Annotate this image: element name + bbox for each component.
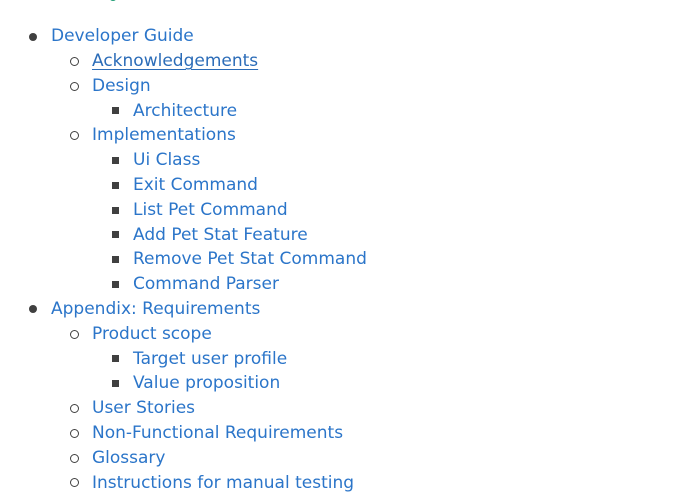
table-of-contents: Developer GuideAcknowledgementsDesignArc… <box>0 0 696 494</box>
toc-exit-command-link[interactable]: Exit Command <box>133 173 258 198</box>
toc-product-scope-link[interactable]: Product scope <box>92 322 212 347</box>
toc-appendix-requirements-link[interactable]: Appendix: Requirements <box>51 297 260 322</box>
circle-bullet-icon <box>70 330 79 339</box>
square-bullet-icon <box>112 380 119 387</box>
toc-add-pet-stat-feature-link[interactable]: Add Pet Stat Feature <box>133 223 308 248</box>
square-bullet-icon <box>112 182 119 189</box>
square-bullet-icon <box>112 207 119 214</box>
toc-design-link[interactable]: Design <box>92 74 151 99</box>
circle-bullet-icon <box>70 131 79 140</box>
toc-list-pet-command-link[interactable]: List Pet Command <box>133 198 288 223</box>
circle-bullet-icon <box>70 429 79 438</box>
toc-command-parser-link[interactable]: Command Parser <box>133 272 279 297</box>
toc-ui-class-link[interactable]: Ui Class <box>133 148 200 173</box>
toc-value-proposition-link[interactable]: Value proposition <box>133 371 280 396</box>
circle-bullet-icon <box>70 454 79 463</box>
toc-acknowledgements-link[interactable]: Acknowledgements <box>92 49 258 74</box>
circle-bullet-icon <box>70 57 79 66</box>
square-bullet-icon <box>112 231 119 238</box>
toc-remove-pet-stat-command-link[interactable]: Remove Pet Stat Command <box>133 247 367 272</box>
toc-developer-guide-link[interactable]: Developer Guide <box>51 24 194 49</box>
toc-glossary-link[interactable]: Glossary <box>92 446 165 471</box>
circle-bullet-icon <box>70 82 79 91</box>
square-bullet-icon <box>112 107 119 114</box>
disc-bullet-icon <box>29 33 37 41</box>
square-bullet-icon <box>112 256 119 263</box>
toc-implementations-link[interactable]: Implementations <box>92 123 236 148</box>
toc-target-user-profile-link[interactable]: Target user profile <box>133 347 287 372</box>
circle-bullet-icon <box>70 404 79 413</box>
square-bullet-icon <box>112 281 119 288</box>
toc-instructions-manual-testing-link[interactable]: Instructions for manual testing <box>92 471 354 495</box>
toc-user-stories-link[interactable]: User Stories <box>92 396 195 421</box>
square-bullet-icon <box>112 157 119 164</box>
toc-non-functional-requirements-link[interactable]: Non-Functional Requirements <box>92 421 343 446</box>
circle-bullet-icon <box>70 478 79 487</box>
square-bullet-icon <box>112 355 119 362</box>
toc-architecture-link[interactable]: Architecture <box>133 99 237 124</box>
disc-bullet-icon <box>29 305 37 313</box>
